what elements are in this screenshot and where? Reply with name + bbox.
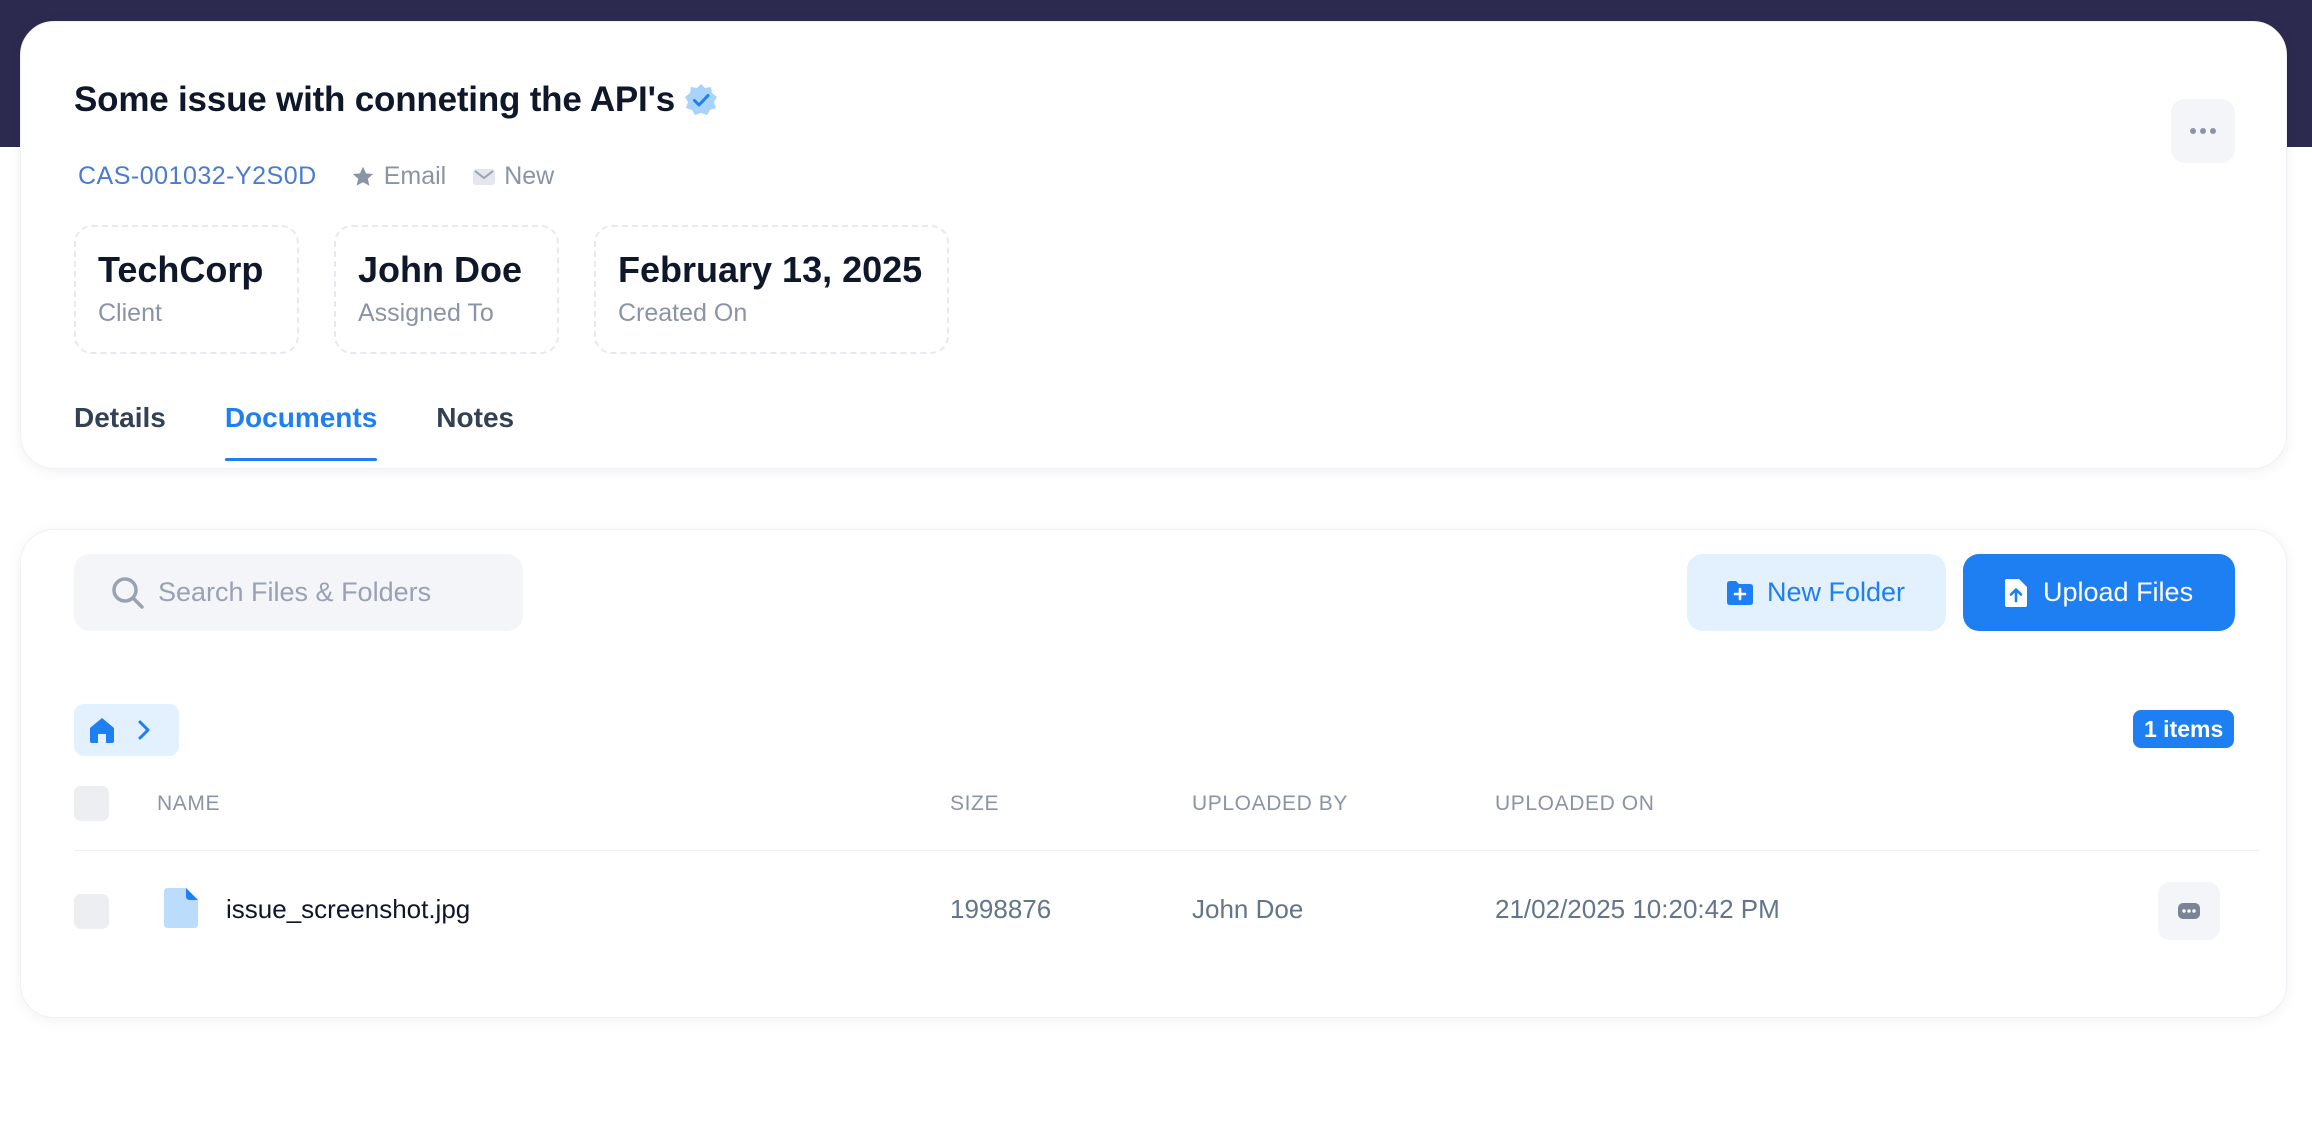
- case-status-label: New: [504, 162, 555, 190]
- stat-created-on: February 13, 2025 Created On: [594, 225, 949, 354]
- case-channel: Email: [350, 162, 447, 191]
- case-meta: CAS-001032-Y2S0D Email New: [78, 162, 580, 191]
- column-header-size[interactable]: SIZE: [950, 792, 999, 816]
- tab-notes[interactable]: Notes: [436, 402, 514, 460]
- stat-client: TechCorp Client: [74, 225, 299, 354]
- case-title: Some issue with conneting the API's: [74, 80, 675, 119]
- new-folder-label: New Folder: [1767, 577, 1906, 607]
- stat-assigned-to: John Doe Assigned To: [334, 225, 559, 354]
- case-more-button[interactable]: [2171, 99, 2235, 163]
- search-input[interactable]: [158, 577, 488, 608]
- upload-files-label: Upload Files: [2043, 577, 2194, 607]
- items-count-badge: 1 items: [2133, 710, 2235, 748]
- column-header-uploaded-on[interactable]: UPLOADED ON: [1495, 792, 1654, 816]
- case-status: New: [472, 162, 554, 191]
- verified-badge-icon: [683, 82, 719, 118]
- more-horizontal-icon: [2178, 903, 2200, 919]
- file-name[interactable]: issue_screenshot.jpg: [226, 894, 470, 925]
- new-folder-button[interactable]: New Folder: [1687, 554, 1946, 631]
- tab-documents[interactable]: Documents: [224, 402, 378, 461]
- more-horizontal-icon: [2190, 128, 2216, 134]
- stat-label: Created On: [618, 299, 748, 327]
- file-uploaded-on: 21/02/2025 10:20:42 PM: [1495, 894, 1780, 924]
- upload-icon: [2005, 578, 2027, 607]
- tab-details[interactable]: Details: [74, 402, 166, 460]
- case-summary-card: Some issue with conneting the API's CAS-…: [20, 21, 2287, 469]
- case-id[interactable]: CAS-001032-Y2S0D: [78, 162, 317, 191]
- column-header-name[interactable]: NAME: [157, 792, 220, 816]
- search-box[interactable]: [74, 554, 523, 631]
- stat-value: John Doe: [358, 249, 523, 290]
- file-uploaded-by: John Doe: [1192, 894, 1304, 924]
- file-icon: [164, 888, 198, 928]
- stat-value: February 13, 2025: [618, 249, 923, 290]
- folder-plus-icon: [1727, 580, 1753, 605]
- breadcrumb: [74, 704, 179, 756]
- select-all-checkbox[interactable]: [74, 786, 109, 821]
- column-header-uploaded-by[interactable]: UPLOADED BY: [1192, 792, 1348, 816]
- row-actions-button[interactable]: [2158, 882, 2220, 940]
- search-icon: [112, 576, 144, 609]
- case-title-row: Some issue with conneting the API's: [74, 80, 719, 120]
- stat-value: TechCorp: [98, 249, 264, 290]
- case-tabs: Details Documents Notes: [74, 402, 573, 461]
- upload-files-button[interactable]: Upload Files: [1963, 554, 2235, 631]
- chevron-right-icon: [138, 720, 150, 740]
- star-icon: [352, 166, 373, 186]
- mail-icon: [473, 168, 496, 185]
- case-channel-label: Email: [383, 162, 447, 190]
- stat-label: Client: [98, 299, 162, 327]
- home-icon[interactable]: [86, 714, 118, 746]
- row-checkbox[interactable]: [74, 894, 109, 929]
- stat-label: Assigned To: [358, 299, 494, 327]
- file-size: 1998876: [950, 894, 1052, 924]
- header-divider: [74, 850, 2259, 851]
- documents-card: New Folder Upload Files 1 items NAME SIZ…: [20, 529, 2287, 1018]
